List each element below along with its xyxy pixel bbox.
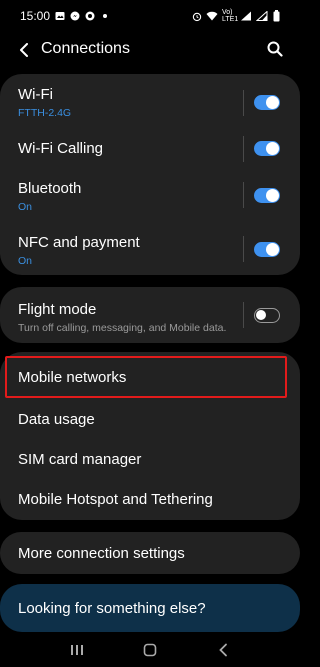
- wifi-network-name: FTTH-2.4G: [18, 107, 72, 119]
- back-nav-icon: [219, 643, 228, 656]
- app-header: Connections: [0, 32, 300, 68]
- back-nav-button[interactable]: [211, 638, 235, 662]
- more-connection-settings-row[interactable]: More connection settings: [0, 532, 300, 574]
- cell-signal-icon: [240, 11, 252, 21]
- data-usage-row[interactable]: Data usage: [0, 400, 300, 438]
- bluetooth-toggle[interactable]: [254, 188, 280, 203]
- nfc-payment-status: On: [18, 255, 33, 267]
- back-button[interactable]: [14, 38, 34, 62]
- highlight-frame: [5, 356, 287, 398]
- network-label: Vo) LTE1: [222, 9, 239, 23]
- more-notifications-dot-icon: [100, 11, 110, 21]
- bluetooth-title: Bluetooth: [18, 180, 82, 197]
- status-bar: 15:00 Vo) LTE1: [0, 0, 300, 32]
- recent-apps-icon: [70, 644, 83, 655]
- flight-mode-toggle[interactable]: [254, 308, 280, 323]
- search-button[interactable]: [264, 38, 286, 60]
- divider: [243, 136, 244, 162]
- wifi-calling-toggle[interactable]: [254, 141, 280, 156]
- navigation-bar: [0, 632, 300, 667]
- messenger-notification-icon: [70, 11, 80, 21]
- battery-icon: [272, 10, 280, 22]
- nfc-payment-row[interactable]: NFC and payment On: [0, 224, 300, 272]
- suggestion-card[interactable]: Looking for something else?: [0, 584, 300, 632]
- more-connection-settings-title: More connection settings: [18, 545, 185, 562]
- nfc-payment-toggle[interactable]: [254, 242, 280, 257]
- divider: [243, 90, 244, 116]
- suggestion-title: Looking for something else?: [18, 600, 206, 617]
- divider: [243, 236, 244, 262]
- wifi-calling-row[interactable]: Wi-Fi Calling: [0, 130, 300, 168]
- page-title: Connections: [41, 40, 130, 57]
- data-usage-title: Data usage: [18, 411, 95, 428]
- back-arrow-icon: [20, 43, 28, 57]
- home-icon: [143, 643, 157, 656]
- cell-signal-2-icon: [256, 11, 268, 21]
- flight-mode-description: Turn off calling, messaging, and Mobile …: [18, 322, 227, 334]
- wifi-toggle[interactable]: [254, 95, 280, 110]
- sim-card-manager-row[interactable]: SIM card manager: [0, 440, 300, 478]
- alarm-icon: [192, 11, 202, 21]
- divider: [243, 182, 244, 208]
- recent-apps-button[interactable]: [65, 638, 89, 662]
- search-icon: [267, 41, 283, 57]
- nfc-payment-title: NFC and payment: [18, 234, 140, 251]
- flight-mode-row[interactable]: Flight mode Turn off calling, messaging,…: [0, 287, 300, 343]
- flight-mode-title: Flight mode: [18, 301, 97, 318]
- divider: [243, 302, 244, 328]
- wifi-title: Wi-Fi: [18, 86, 53, 103]
- home-button[interactable]: [138, 638, 162, 662]
- wifi-calling-title: Wi-Fi Calling: [18, 140, 104, 157]
- sim-card-manager-title: SIM card manager: [18, 451, 142, 468]
- wifi-signal-icon: [206, 11, 218, 21]
- wifi-row[interactable]: Wi-Fi FTTH-2.4G: [0, 78, 300, 128]
- hotspot-tethering-title: Mobile Hotspot and Tethering: [18, 491, 213, 508]
- bluetooth-row[interactable]: Bluetooth On: [0, 172, 300, 220]
- app-notification-icon: [85, 11, 95, 21]
- gallery-notification-icon: [55, 11, 65, 21]
- hotspot-tethering-row[interactable]: Mobile Hotspot and Tethering: [0, 480, 300, 518]
- status-time: 15:00: [20, 9, 51, 23]
- bluetooth-status: On: [18, 201, 33, 213]
